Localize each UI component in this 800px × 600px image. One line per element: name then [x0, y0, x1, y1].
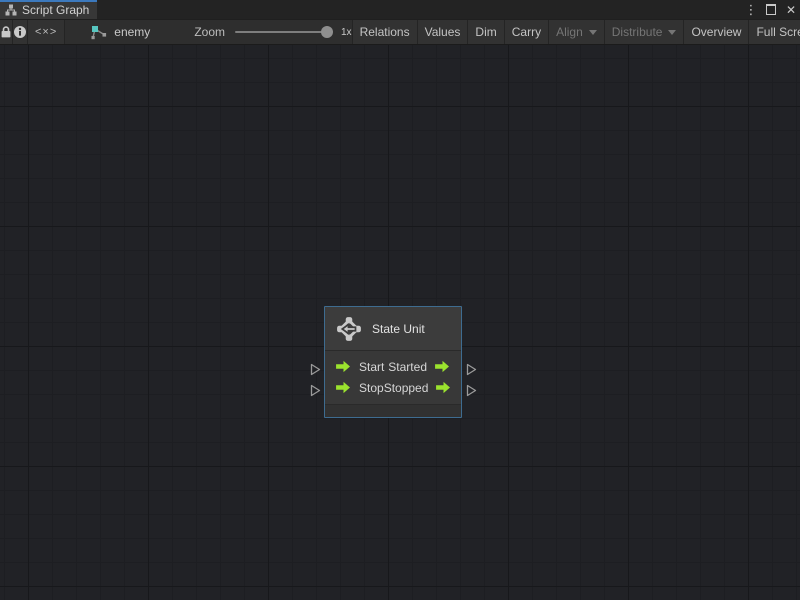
port-label: Start — [359, 359, 385, 374]
tab-accent-line — [0, 0, 97, 2]
port-label: Stop — [359, 380, 384, 395]
port-row: Stop Stopped — [325, 377, 461, 398]
kebab-menu-icon: ⋮ — [744, 2, 758, 17]
port-row: Start Started — [325, 356, 461, 377]
zoom-label: Zoom — [194, 25, 225, 39]
node-title: State Unit — [372, 321, 425, 336]
tab-label: Script Graph — [22, 2, 90, 17]
fullscreen-label: Full Screen — [756, 25, 800, 39]
code-icon: <×> — [35, 26, 58, 38]
chevron-down-icon — [668, 29, 677, 35]
input-connection-port-stop[interactable] — [310, 384, 321, 397]
distribute-button: Distribute — [605, 20, 685, 44]
dim-label: Dim — [475, 25, 497, 39]
graph-asset-icon — [91, 25, 107, 39]
values-label: Values — [424, 25, 461, 39]
control-output-arrow-icon — [436, 381, 451, 394]
maximize-icon — [766, 4, 776, 15]
align-button: Align — [549, 20, 605, 44]
input-connection-port-start[interactable] — [310, 363, 321, 376]
output-connection-port-stopped[interactable] — [466, 384, 477, 397]
close-icon: ✕ — [785, 2, 797, 17]
output-connection-port-started[interactable] — [466, 363, 477, 376]
zoom-slider-track[interactable] — [235, 26, 333, 38]
chevron-down-icon — [588, 29, 597, 35]
lock-icon — [1, 26, 11, 38]
close-button[interactable]: ✕ — [784, 2, 798, 18]
toolbar-middle: enemy Zoom 1x — [65, 20, 353, 44]
input-port-stop[interactable]: Stop — [325, 381, 384, 395]
node-footer — [325, 404, 461, 417]
state-unit-icon — [337, 316, 361, 341]
maximize-button[interactable] — [764, 2, 778, 18]
zoom-value: 1x — [341, 26, 352, 38]
tab-script-graph[interactable]: Script Graph — [0, 0, 97, 19]
control-input-arrow-icon — [336, 360, 350, 373]
overview-label: Overview — [691, 25, 742, 39]
output-port-stopped[interactable]: Stopped — [384, 381, 463, 395]
overview-button[interactable]: Overview — [684, 20, 750, 44]
relations-button[interactable]: Relations — [353, 20, 418, 44]
state-unit-node[interactable]: State Unit Start Started Stop Stopped — [324, 306, 462, 418]
lock-button[interactable] — [0, 20, 13, 44]
input-port-start[interactable]: Start — [325, 360, 384, 374]
code-view-button[interactable]: <×> — [28, 20, 66, 44]
fullscreen-button[interactable]: Full Screen — [749, 20, 800, 44]
info-button[interactable] — [13, 20, 28, 44]
graph-name-label: enemy — [114, 25, 151, 39]
graph-canvas[interactable]: State Unit Start Started Stop Stopped — [0, 45, 800, 600]
window-menu-button[interactable]: ⋮ — [744, 2, 758, 18]
window-titlebar: Script Graph ⋮ ✕ — [0, 0, 800, 19]
port-label: Started — [388, 359, 427, 374]
control-output-arrow-icon — [435, 360, 449, 373]
state-unit-node-group: State Unit Start Started Stop Stopped — [310, 306, 490, 426]
graph-toolbar: <×> enemy Zoom 1x Relations Values Dim C… — [0, 19, 800, 45]
distribute-label: Distribute — [611, 25, 663, 39]
output-port-started[interactable]: Started — [388, 360, 461, 374]
graph-hierarchy-icon — [5, 4, 17, 15]
zoom-slider-handle[interactable] — [321, 26, 333, 38]
relations-label: Relations — [359, 25, 410, 39]
port-label: Stopped — [383, 380, 429, 395]
node-ports: Start Started Stop Stopped — [325, 351, 461, 404]
node-header[interactable]: State Unit — [325, 307, 461, 351]
align-label: Align — [556, 25, 583, 39]
info-icon — [14, 26, 26, 38]
carry-label: Carry — [511, 25, 542, 39]
values-button[interactable]: Values — [418, 20, 469, 44]
control-input-arrow-icon — [336, 381, 350, 394]
dim-button[interactable]: Dim — [468, 20, 505, 44]
carry-button[interactable]: Carry — [505, 20, 550, 44]
